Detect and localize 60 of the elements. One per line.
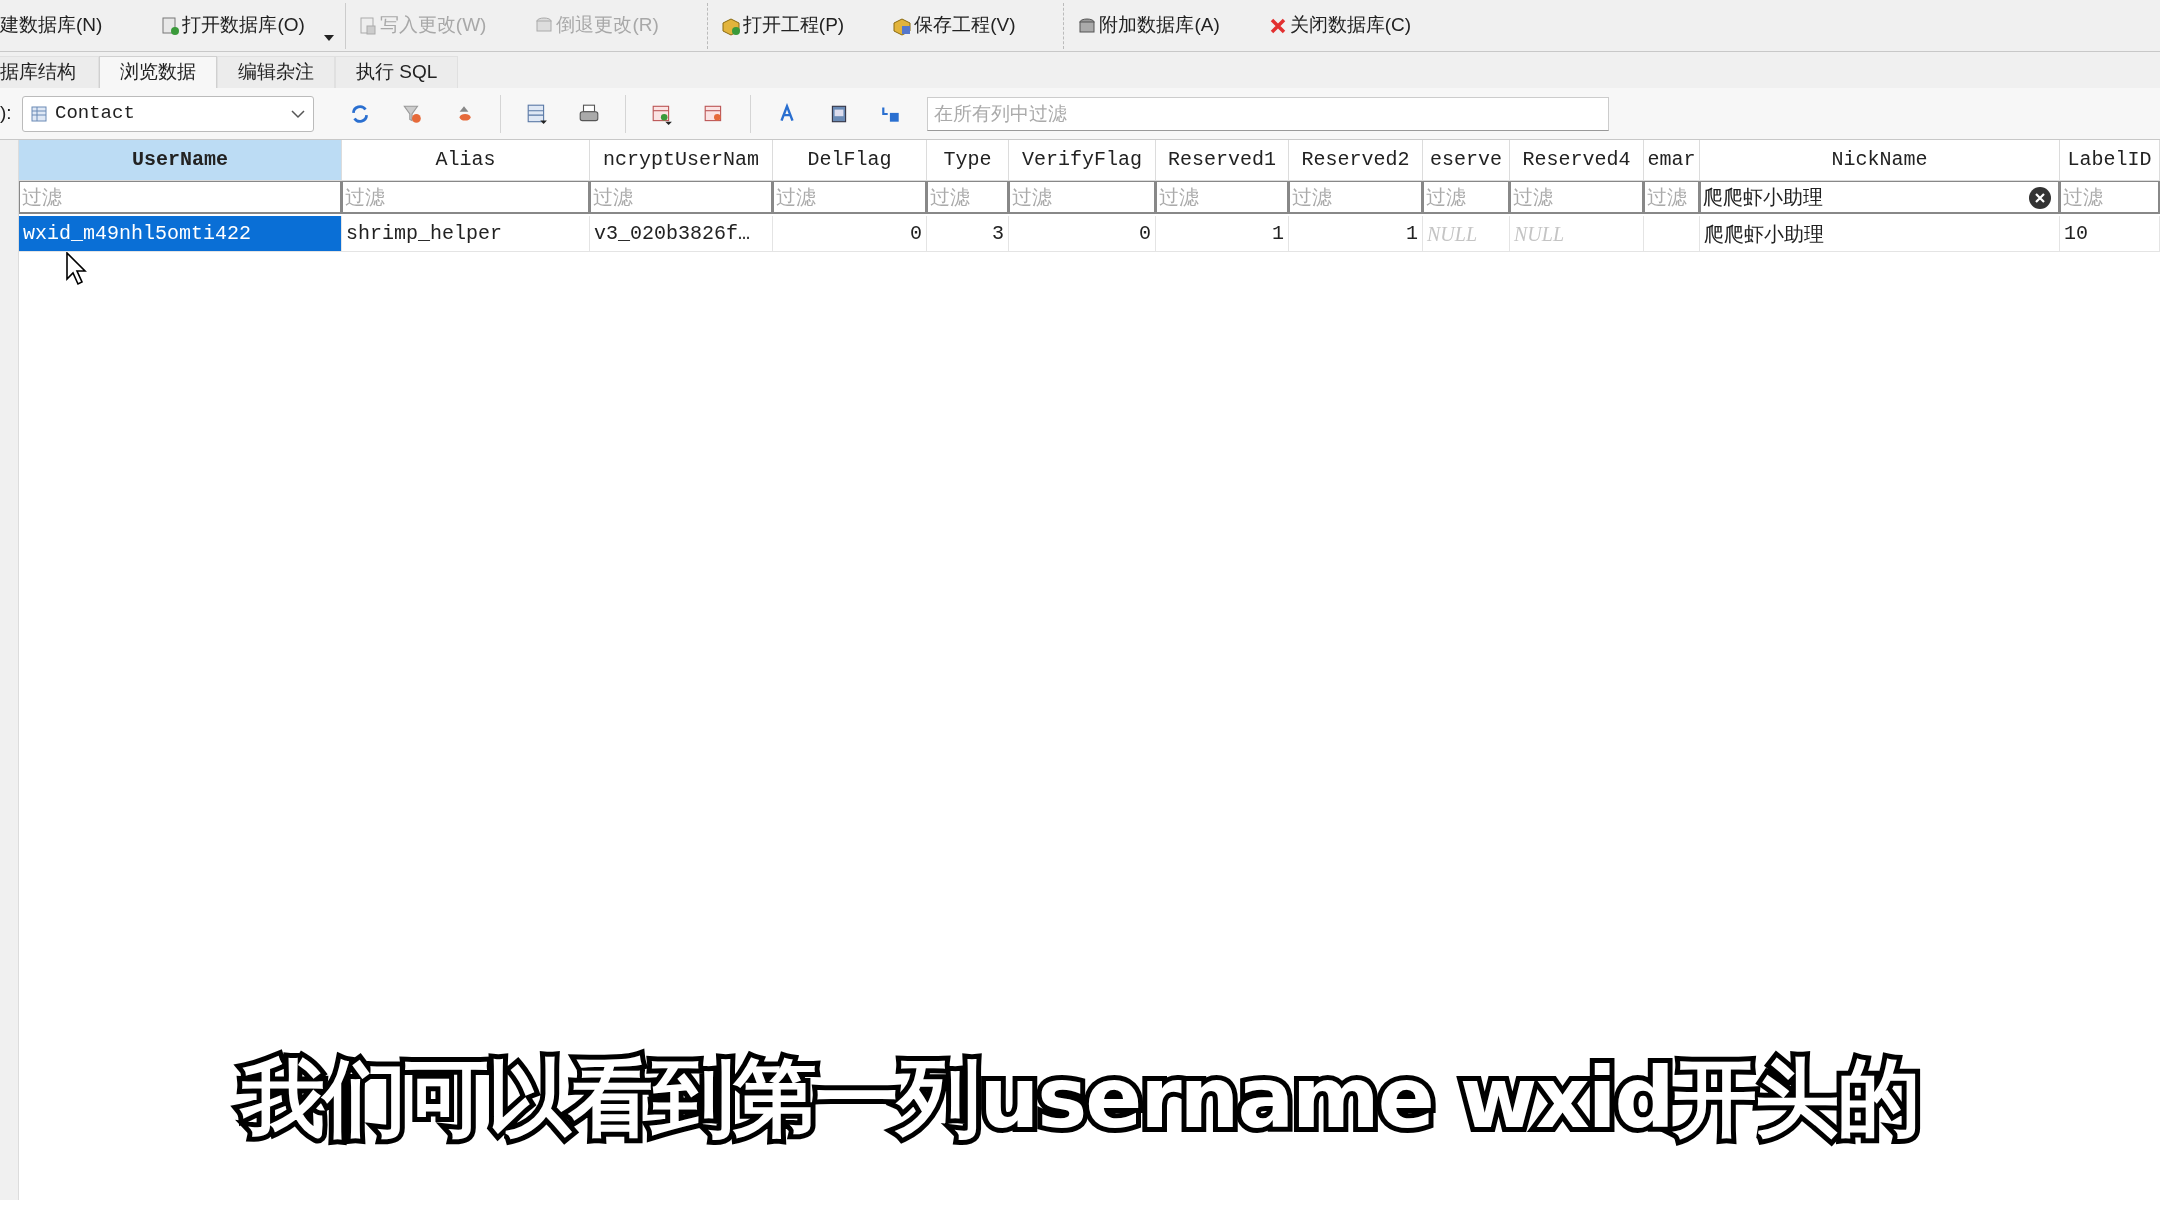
column-header[interactable]: UserName [19,140,342,181]
filter-field[interactable]: 过滤 [1644,181,1699,213]
column-header[interactable]: eserve [1423,140,1510,181]
column-header[interactable]: NickName [1700,140,2060,181]
column-header[interactable]: Alias [342,140,590,181]
filter-field[interactable]: 过滤 [1156,181,1288,213]
column-header[interactable]: Reserved2 [1289,140,1423,181]
toolbar-button[interactable]: 打开数据库(O) [160,5,305,46]
table-cell[interactable]: 0 [1009,216,1156,252]
column-header[interactable]: ncryptUserNam [590,140,773,181]
filter-field[interactable]: 爬爬虾小助理 [1700,181,2059,213]
table-label: ): [0,101,13,126]
filter-field[interactable]: 过滤 [1510,181,1643,213]
file-icon [160,15,181,36]
filter-field[interactable]: 过滤 [773,181,926,213]
column-header[interactable]: LabelID [2060,140,2160,181]
database-icon [1077,15,1098,36]
filter-field[interactable]: 过滤 [927,181,1008,213]
filter-field[interactable]: 过滤 [19,181,341,213]
toolbar-button[interactable]: 保存工程(V) [892,5,1016,46]
toolbar-button[interactable]: 建数据库(N) [0,5,103,46]
toolbar-button[interactable]: 关闭数据库(C) [1267,5,1412,46]
filter-field[interactable]: 过滤 [590,181,772,213]
table-cell[interactable]: 1 [1156,216,1289,252]
chevron-down-icon [291,108,305,119]
subtitle: 我们可以看到第一列username wxid开头的 [0,1035,2160,1161]
tab[interactable]: 编辑杂注 [217,56,335,88]
filter-field[interactable]: 过滤 [1423,181,1509,213]
toolbar-button[interactable]: 打开工程(P) [720,5,845,46]
table-cell[interactable] [1644,216,1700,252]
filter-field[interactable]: 过滤 [1289,181,1422,213]
column-header[interactable]: VerifyFlag [1009,140,1156,181]
table-cell[interactable]: 爬爬虾小助理 [1700,216,2060,252]
column-header[interactable]: DelFlag [773,140,927,181]
cursor-icon [66,252,88,286]
column-header[interactable]: Reserved1 [1156,140,1289,181]
column-header[interactable]: emar [1644,140,1700,181]
filter-field[interactable]: 在所有列中过滤 [927,96,1609,131]
refresh-icon[interactable] [349,102,371,125]
table-cell[interactable]: 0 [773,216,927,252]
save-table-icon[interactable] [526,102,548,125]
filter-field[interactable]: 过滤 [2060,181,2159,213]
toolbar-button[interactable]: 附加数据库(A) [1077,5,1220,46]
filter-field[interactable]: 过滤 [342,181,589,213]
column-header[interactable]: Type [927,140,1009,181]
table-cell[interactable]: 3 [927,216,1009,252]
table-cell[interactable]: shrimp_helper [342,216,590,252]
file-icon [357,15,378,36]
tab[interactable]: 浏览数据 [99,56,217,88]
table-cell[interactable]: 10 [2060,216,2160,252]
table-select[interactable]: Contact [22,95,314,132]
table-cell[interactable]: wxid_m49nhl5omti422 [19,216,342,252]
column-header[interactable]: Reserved4 [1510,140,1644,181]
table-icon [31,105,47,122]
tab[interactable]: 据库结构 [0,56,99,88]
table-cell[interactable]: 1 [1289,216,1423,252]
table-cell[interactable]: v3_020b3826f… [590,216,773,252]
filter-field[interactable]: 过滤 [1009,181,1155,213]
tab[interactable]: 执行 SQL [335,56,459,88]
caret-icon[interactable] [322,33,335,42]
